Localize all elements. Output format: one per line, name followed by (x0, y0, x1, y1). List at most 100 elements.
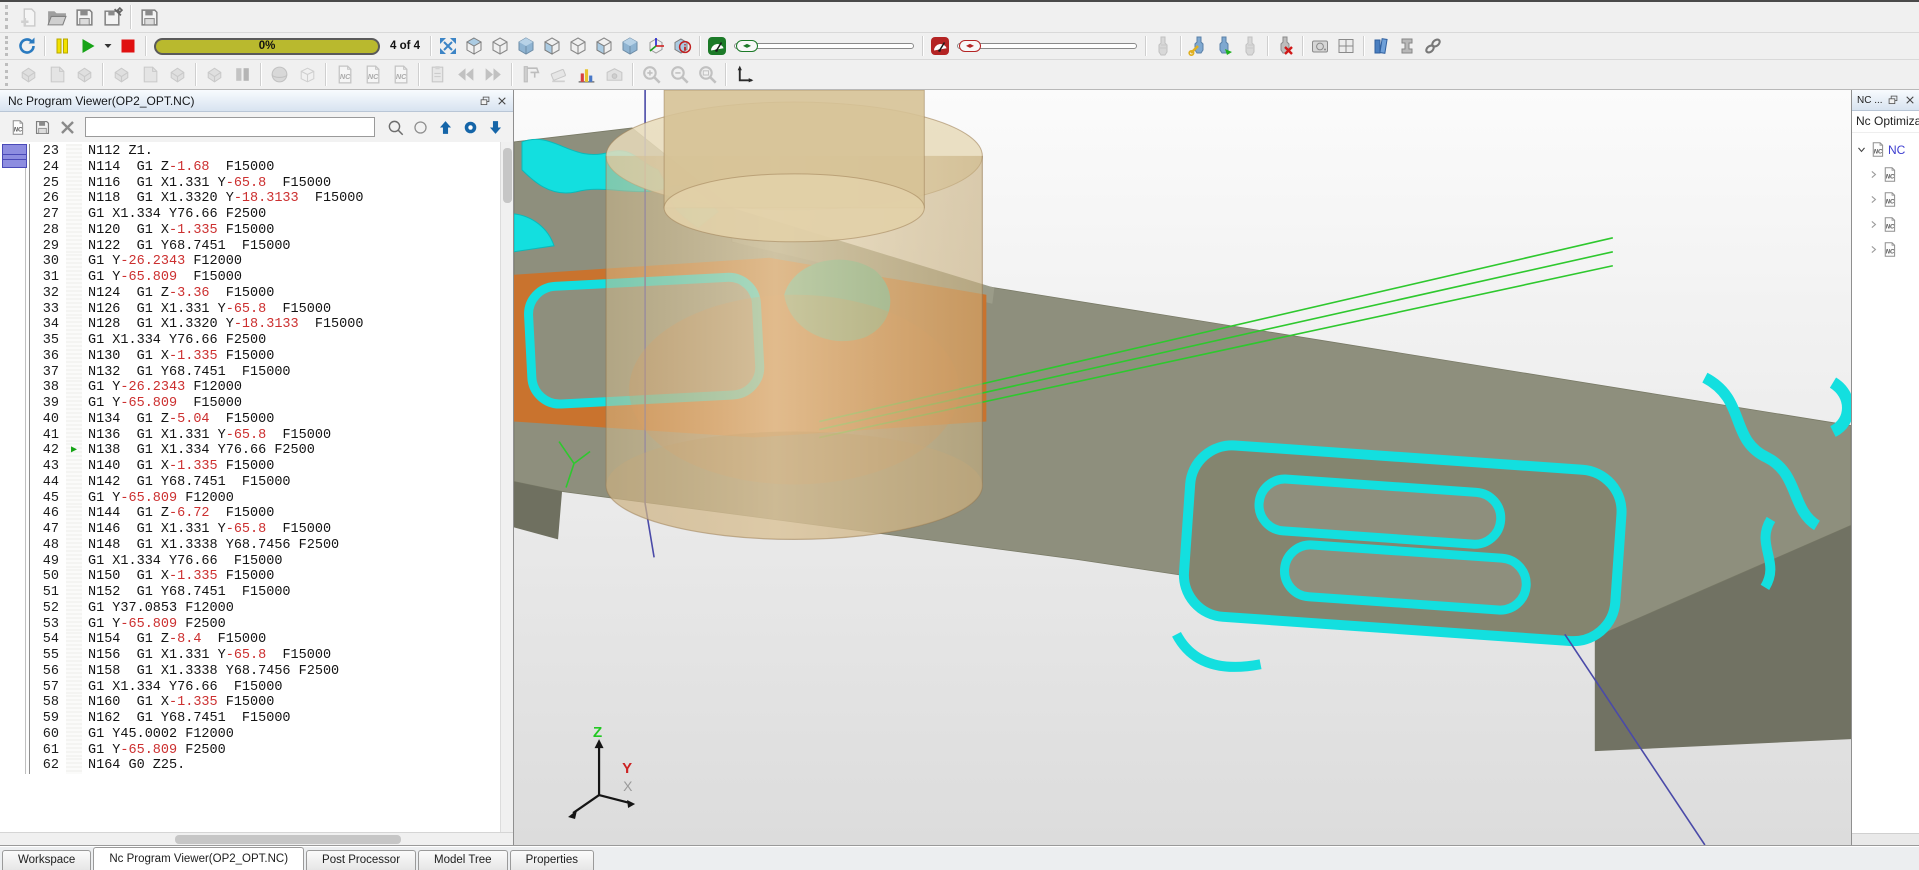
reset-simulation-icon[interactable] (14, 34, 40, 58)
nc-code-line[interactable]: 52G1 Y37.0853 F12000 (0, 601, 500, 617)
fit-view-icon[interactable] (435, 34, 461, 58)
axis-view-icon[interactable] (643, 34, 669, 58)
nc-program-3-icon[interactable] (386, 62, 414, 88)
machine-view-icon[interactable] (600, 62, 628, 88)
nc-code-line[interactable]: 27G1 X1.334 Y76.66 F2500 (0, 207, 500, 223)
chevron-right-icon[interactable] (1868, 194, 1879, 205)
measure-caliper-icon[interactable] (516, 62, 544, 88)
nc-code-line[interactable]: 25N116 G1 X1.331 Y-65.8 F15000 (0, 176, 500, 192)
nc-code-line[interactable]: 34N128 G1 X1.3320 Y-18.3133 F15000 (0, 317, 500, 333)
tab-workspace[interactable]: Workspace (2, 850, 91, 870)
nc-code-line[interactable]: 49G1 X1.334 Y76.66 F15000 (0, 554, 500, 570)
slider-track[interactable] (957, 43, 1137, 49)
float-panel-button[interactable] (477, 93, 492, 108)
top-view-icon[interactable] (513, 34, 539, 58)
nc-code-line[interactable]: 40N134 G1 Z-5.04 F15000 (0, 412, 500, 428)
tree-item-nc-program[interactable] (1852, 187, 1919, 212)
stock-wire-icon[interactable] (293, 62, 321, 88)
close-panel-button[interactable] (1902, 93, 1917, 108)
close-panel-button[interactable] (494, 93, 509, 108)
tree-root-nc-program[interactable]: NC (1852, 137, 1919, 162)
stock-remove-icon[interactable] (70, 62, 98, 88)
nc-code-line[interactable]: 29N122 G1 Y68.7451 F15000 (0, 239, 500, 255)
save-program-button[interactable] (31, 116, 53, 138)
nc-code-line[interactable]: 37N132 G1 Y68.7451 F15000 (0, 365, 500, 381)
orient-axis-icon[interactable] (730, 62, 758, 88)
match-option-radio[interactable] (409, 116, 431, 138)
nc-file-button[interactable] (6, 116, 28, 138)
tab-nc-program-viewer-op2-opt-nc[interactable]: Nc Program Viewer(OP2_OPT.NC) (93, 847, 304, 870)
tab-post-processor[interactable]: Post Processor (306, 850, 416, 870)
nc-code-line[interactable]: 59N162 G1 Y68.7451 F15000 (0, 711, 500, 727)
tab-model-tree[interactable]: Model Tree (418, 850, 508, 870)
nc-code-line[interactable]: 44N142 G1 Y68.7451 F15000 (0, 475, 500, 491)
chevron-right-icon[interactable] (1868, 219, 1879, 230)
tree-horizontal-scrollbar[interactable] (1852, 833, 1919, 845)
nc-code-line[interactable]: 42▶N138 G1 X1.334 Y76.66 F2500 (0, 443, 500, 459)
step-forward-icon[interactable] (479, 62, 507, 88)
nc-code-line[interactable]: 26N118 G1 X1.3320 Y-18.3133 F15000 (0, 191, 500, 207)
nc-program-2-icon[interactable] (358, 62, 386, 88)
rapid-speed-slider[interactable]: ◂▸ (957, 37, 1137, 55)
nc-code-line[interactable]: 23N112 Z1. (0, 144, 500, 160)
find-next-button[interactable] (484, 116, 506, 138)
find-previous-button[interactable] (434, 116, 456, 138)
tool-add-icon[interactable] (1211, 34, 1237, 58)
new-file-icon[interactable] (14, 4, 42, 30)
shaded-view-icon[interactable] (617, 34, 643, 58)
nc-code-line[interactable]: 50N150 G1 X-1.335 F15000 (0, 569, 500, 585)
feed-speed-gauge-icon[interactable] (704, 34, 730, 58)
code-vertical-scrollbar[interactable] (500, 142, 513, 832)
search-input[interactable] (85, 117, 375, 137)
fixture-setup-icon[interactable] (1394, 34, 1420, 58)
chevron-down-icon[interactable] (1856, 144, 1867, 155)
float-panel-button[interactable] (1885, 93, 1900, 108)
nc-code-line[interactable]: 45G1 Y-65.809 F12000 (0, 491, 500, 507)
tool-view-icon[interactable] (1237, 34, 1263, 58)
bookmark-marker[interactable] (2, 144, 27, 168)
tree-item-nc-program[interactable] (1852, 212, 1919, 237)
nc-code-line[interactable]: 55N156 G1 X1.331 Y-65.8 F15000 (0, 648, 500, 664)
window-layout-icon[interactable] (1333, 34, 1359, 58)
nc-code-line[interactable]: 62N164 G0 Z25. (0, 758, 500, 774)
code-horizontal-scrollbar[interactable] (0, 832, 513, 845)
erase-marks-icon[interactable] (544, 62, 572, 88)
nc-code-line[interactable]: 39G1 Y-65.809 F15000 (0, 396, 500, 412)
info-view-icon[interactable] (669, 34, 695, 58)
save-state-icon[interactable] (1307, 34, 1333, 58)
stock-corner-icon[interactable] (135, 62, 163, 88)
pause-simulation-icon[interactable] (49, 34, 75, 58)
nc-code-line[interactable]: 33N126 G1 X1.331 Y-65.8 F15000 (0, 302, 500, 318)
step-backward-icon[interactable] (451, 62, 479, 88)
post-document-icon[interactable] (423, 62, 451, 88)
nc-code-line[interactable]: 51N152 G1 Y68.7451 F15000 (0, 585, 500, 601)
nc-code-line[interactable]: 46N144 G1 Z-6.72 F15000 (0, 506, 500, 522)
nc-code-line[interactable]: 38G1 Y-26.2343 F12000 (0, 380, 500, 396)
stock-verify-icon[interactable] (200, 62, 228, 88)
tree-item-nc-program[interactable] (1852, 237, 1919, 262)
nc-code-line[interactable]: 47N146 G1 X1.331 Y-65.8 F15000 (0, 522, 500, 538)
nc-code-line[interactable]: 58N160 G1 X-1.335 F15000 (0, 695, 500, 711)
nc-code-line[interactable]: 24N114 G1 Z-1.68 F15000 (0, 160, 500, 176)
tab-properties[interactable]: Properties (510, 850, 594, 870)
nc-code-line[interactable]: 30G1 Y-26.2343 F12000 (0, 254, 500, 270)
nc-code-line[interactable]: 61G1 Y-65.809 F2500 (0, 743, 500, 759)
nc-code-line[interactable]: 60G1 Y45.0002 F12000 (0, 727, 500, 743)
feed-speed-slider[interactable]: ◂▸ (734, 37, 914, 55)
scrollbar-thumb[interactable] (503, 148, 512, 203)
nc-code-line[interactable]: 48N148 G1 X1.3338 Y68.7456 F2500 (0, 538, 500, 554)
slider-knob[interactable]: ◂▸ (736, 40, 758, 52)
tree-item-nc-program[interactable] (1852, 162, 1919, 187)
nc-code-area[interactable]: 23N112 Z1.24N114 G1 Z-1.68 F1500025N116 … (0, 142, 513, 832)
stop-simulation-icon[interactable] (115, 34, 141, 58)
nc-code-line[interactable]: 43N140 G1 X-1.335 F15000 (0, 459, 500, 475)
tool-library-icon[interactable] (1185, 34, 1211, 58)
stock-compare-icon[interactable] (163, 62, 191, 88)
stock-sphere-icon[interactable] (265, 62, 293, 88)
nc-code-line[interactable]: 56N158 G1 X1.3338 Y68.7456 F2500 (0, 664, 500, 680)
nc-code-line[interactable]: 36N130 G1 X-1.335 F15000 (0, 349, 500, 365)
wireframe-view-icon[interactable] (487, 34, 513, 58)
zoom-out-icon[interactable] (665, 62, 693, 88)
nc-code-line[interactable]: 57G1 X1.334 Y76.66 F15000 (0, 680, 500, 696)
nc-code-line[interactable]: 28N120 G1 X-1.335 F15000 (0, 223, 500, 239)
